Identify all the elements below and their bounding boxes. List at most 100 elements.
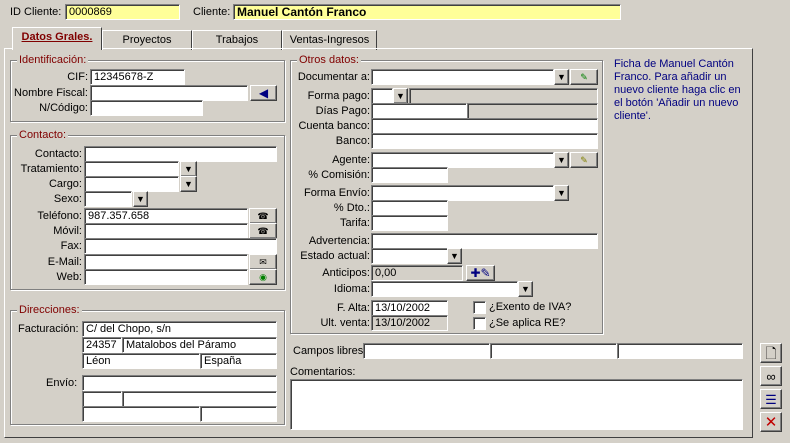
- anticipos-field: 0,00: [371, 265, 463, 281]
- dial-telefono-button[interactable]: ☎: [249, 208, 277, 224]
- agente-dropdown-button[interactable]: ▼: [554, 152, 569, 168]
- banco-field[interactable]: [371, 133, 598, 149]
- close-icon: ✕: [764, 413, 778, 431]
- contacto-field[interactable]: [84, 146, 277, 162]
- estado-field[interactable]: [371, 248, 448, 264]
- email-label: E-Mail:: [47, 256, 82, 268]
- tab-label: Datos Grales.: [21, 31, 93, 43]
- dropdown-arrow-icon: ▼: [557, 187, 566, 198]
- banco-label: Banco:: [335, 135, 370, 147]
- f-alta-field[interactable]: 13/10/2002: [371, 300, 448, 316]
- telefono-field[interactable]: 987.357.658: [84, 208, 248, 224]
- exento-iva-label: ¿Exento de IVA?: [489, 301, 572, 313]
- documentar-dropdown-button[interactable]: ▼: [554, 69, 569, 85]
- ncodigo-field[interactable]: [90, 100, 203, 116]
- comision-field[interactable]: [371, 167, 448, 183]
- forma-envio-label: Forma Envío:: [303, 187, 370, 199]
- fax-label: Fax:: [60, 240, 82, 252]
- tab-label: Proyectos: [122, 34, 172, 46]
- campo-libre-1-field[interactable]: [363, 343, 490, 359]
- dto-label: % Dto.:: [333, 202, 370, 214]
- documentar-field[interactable]: [371, 69, 554, 85]
- estado-dropdown-button[interactable]: ▼: [447, 248, 462, 264]
- advertencia-field[interactable]: [371, 233, 598, 249]
- facturacion-calle-field[interactable]: C/ del Chopo, s/n: [82, 321, 277, 337]
- envio-cp-field[interactable]: [82, 391, 122, 407]
- forma-pago-desc-field: [409, 88, 598, 104]
- cargo-field[interactable]: [84, 176, 179, 192]
- envio-label: Envío:: [46, 377, 78, 389]
- fax-field[interactable]: [84, 238, 277, 254]
- agente-label: Agente:: [332, 154, 370, 166]
- documentar-edit-button[interactable]: ✎: [570, 69, 598, 85]
- cuenta-banco-label: Cuenta banco:: [298, 120, 370, 132]
- cif-field[interactable]: 12345678-Z: [90, 69, 185, 85]
- envio-provincia-field[interactable]: [82, 406, 200, 422]
- copy-arrow-button[interactable]: ◀: [250, 85, 277, 101]
- id-cliente-label: ID Cliente:: [10, 6, 62, 18]
- tratamiento-field[interactable]: [84, 161, 179, 177]
- cliente-name-field[interactable]: Manuel Cantón Franco: [233, 4, 621, 20]
- facturacion-cp-field[interactable]: 24357: [82, 337, 122, 353]
- agente-edit-button[interactable]: ✎: [570, 152, 598, 168]
- ncodigo-label: N/Código:: [39, 102, 88, 114]
- aplica-re-checkbox[interactable]: [473, 317, 486, 330]
- web-label: Web:: [56, 271, 82, 283]
- tab-label: Trabajos: [215, 34, 259, 46]
- tratamiento-label: Tratamiento:: [20, 163, 82, 175]
- facturacion-label: Facturación:: [18, 323, 79, 335]
- envio-calle-field[interactable]: [82, 375, 277, 391]
- cuenta-banco-field[interactable]: [371, 118, 598, 134]
- search-client-button[interactable]: ∞: [760, 366, 782, 386]
- tab-ventas-ingresos[interactable]: Ventas-Ingresos: [282, 30, 377, 50]
- forma-envio-field[interactable]: [371, 185, 554, 201]
- telefono-label: Teléfono:: [37, 210, 82, 222]
- forma-envio-dropdown-button[interactable]: ▼: [554, 185, 569, 201]
- dial-movil-button[interactable]: ☎: [249, 223, 277, 239]
- envio-pais-field[interactable]: [200, 406, 277, 422]
- aplica-re-label: ¿Se aplica RE?: [489, 317, 566, 329]
- campo-libre-3-field[interactable]: [617, 343, 743, 359]
- delete-client-button[interactable]: ✕: [760, 412, 782, 432]
- cargo-dropdown-button[interactable]: ▼: [180, 176, 197, 192]
- tab-datos-grales[interactable]: Datos Grales.: [12, 27, 102, 50]
- cargo-label: Cargo:: [48, 178, 82, 190]
- anticipos-add-button[interactable]: ✚✎: [466, 265, 495, 281]
- email-field[interactable]: [84, 254, 248, 270]
- f-alta-label: F. Alta:: [336, 302, 370, 314]
- dias-pago-field[interactable]: [371, 103, 467, 119]
- dto-field[interactable]: [371, 200, 448, 216]
- dropdown-arrow-icon: ▼: [136, 193, 145, 204]
- exento-iva-checkbox[interactable]: [473, 301, 486, 314]
- nombre-fiscal-label: Nombre Fiscal:: [14, 87, 88, 99]
- facturacion-pais-field[interactable]: España: [200, 353, 277, 369]
- forma-pago-field[interactable]: [371, 88, 393, 104]
- tarifa-label: Tarifa:: [340, 217, 370, 229]
- comentarios-textarea[interactable]: [290, 379, 743, 430]
- id-cliente-field[interactable]: 0000869: [65, 4, 180, 20]
- send-email-button[interactable]: ✉: [249, 254, 277, 270]
- movil-field[interactable]: [84, 223, 248, 239]
- envio-localidad-field[interactable]: [122, 391, 277, 407]
- idioma-field[interactable]: [371, 281, 518, 297]
- agente-field[interactable]: [371, 152, 554, 168]
- new-client-button[interactable]: 🗋: [760, 343, 782, 363]
- sexo-dropdown-button[interactable]: ▼: [133, 191, 148, 207]
- report-button[interactable]: ☰: [760, 389, 782, 409]
- dropdown-arrow-icon: ▼: [396, 90, 405, 101]
- facturacion-localidad-field[interactable]: Matalobos del Páramo: [122, 337, 277, 353]
- campo-libre-2-field[interactable]: [490, 343, 617, 359]
- tab-proyectos[interactable]: Proyectos: [102, 30, 192, 50]
- tarifa-field[interactable]: [371, 215, 448, 231]
- open-web-button[interactable]: ◉: [249, 269, 277, 285]
- sexo-field[interactable]: [84, 191, 132, 207]
- dias-pago-label: Días Pago:: [315, 105, 370, 117]
- tratamiento-dropdown-button[interactable]: ▼: [180, 161, 197, 177]
- dropdown-arrow-icon: ▼: [184, 178, 193, 189]
- idioma-dropdown-button[interactable]: ▼: [518, 281, 533, 297]
- tab-trabajos[interactable]: Trabajos: [192, 30, 282, 50]
- facturacion-provincia-field[interactable]: Léon: [82, 353, 200, 369]
- nombre-fiscal-field[interactable]: [90, 85, 248, 101]
- web-field[interactable]: [84, 269, 248, 285]
- forma-pago-dropdown-button[interactable]: ▼: [393, 88, 408, 104]
